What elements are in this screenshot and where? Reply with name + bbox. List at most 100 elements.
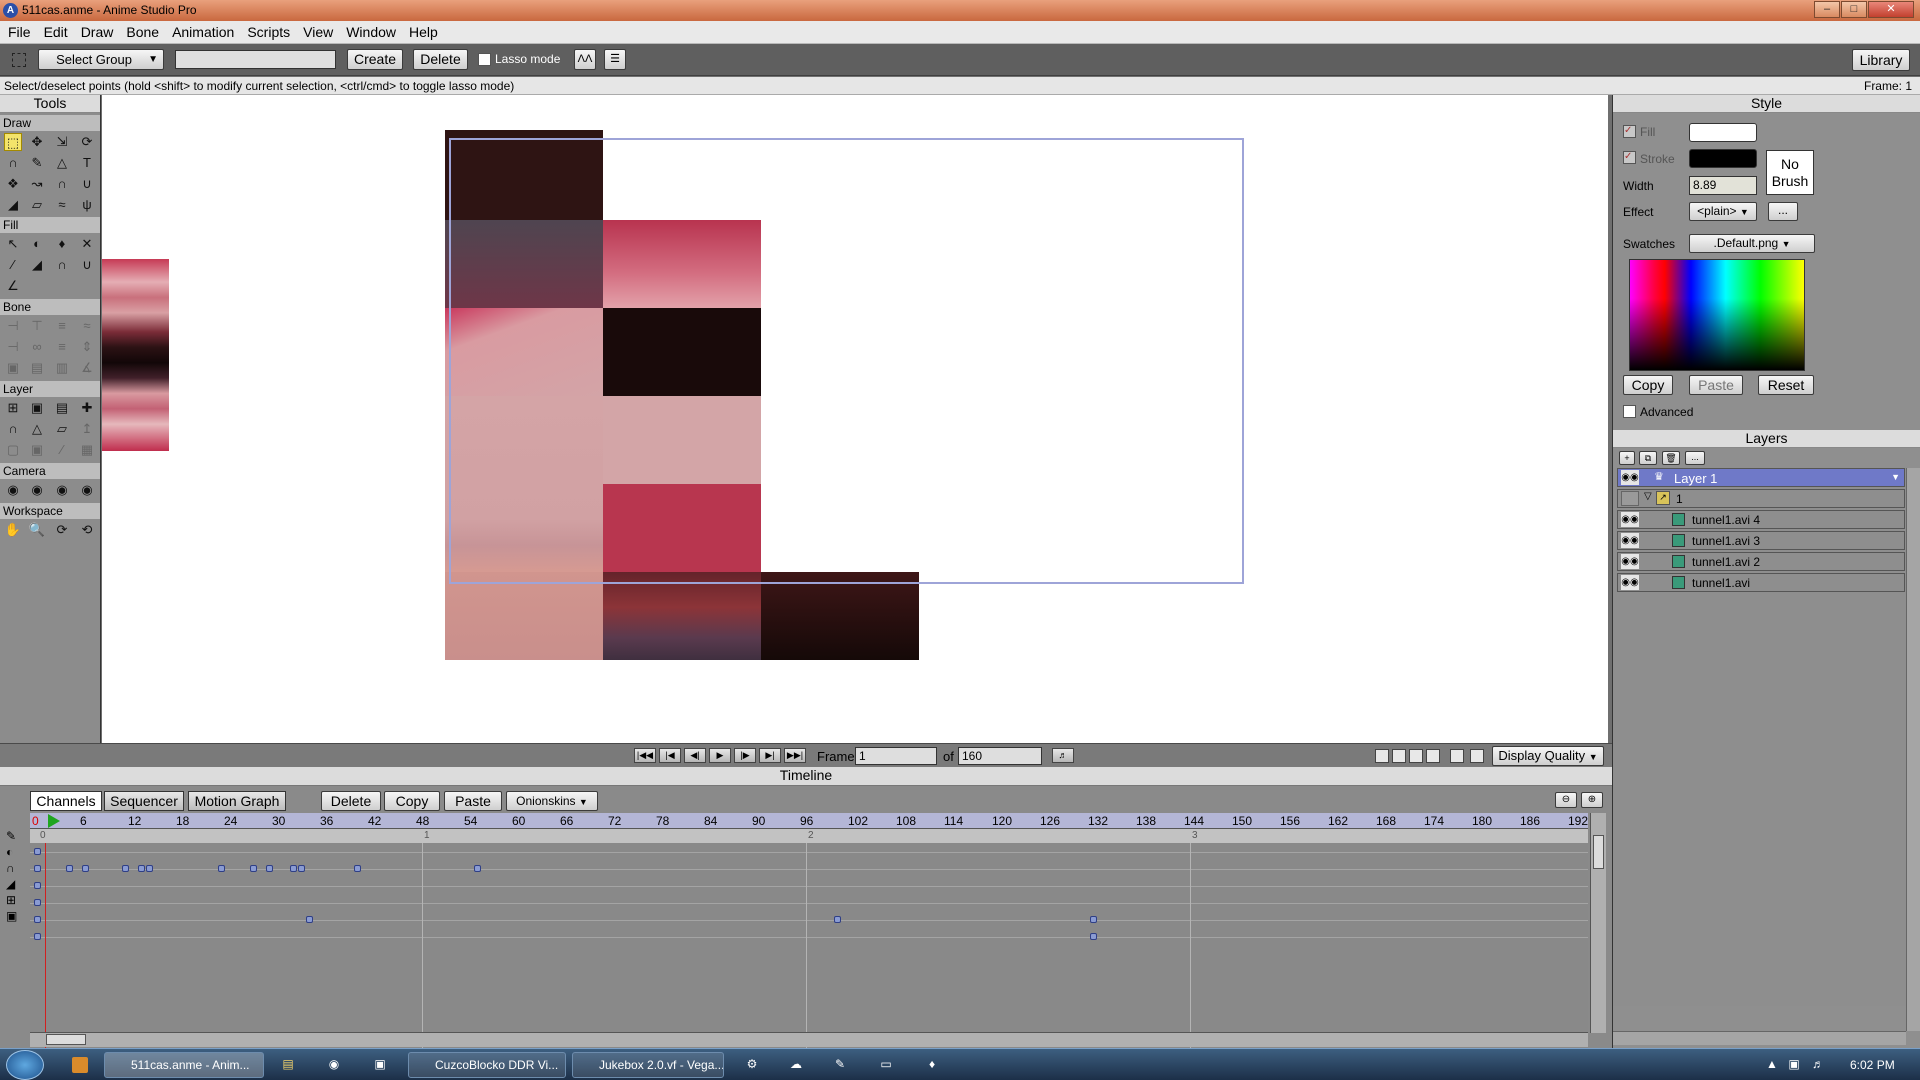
- eye-icon[interactable]: ◉◉: [1621, 512, 1639, 527]
- bone-physics-tool-icon[interactable]: ▤: [28, 359, 46, 377]
- menu-draw[interactable]: Draw: [73, 21, 119, 40]
- fill-color-swatch[interactable]: [1689, 123, 1757, 142]
- menu-view[interactable]: View: [295, 21, 338, 40]
- copy-style-button[interactable]: Copy: [1623, 375, 1673, 395]
- zoom-camera-tool-icon[interactable]: ◉: [28, 481, 46, 499]
- color-picker[interactable]: [1629, 259, 1805, 371]
- add-point-tool-icon[interactable]: ∩: [4, 154, 22, 172]
- keyframe[interactable]: [474, 865, 481, 872]
- keyframe[interactable]: [298, 865, 305, 872]
- keyframe[interactable]: [34, 865, 41, 872]
- keyframe[interactable]: [354, 865, 361, 872]
- line-width-tool-icon[interactable]: ◢: [28, 256, 46, 274]
- text-tool-icon[interactable]: T: [78, 154, 96, 172]
- keyframe[interactable]: [146, 865, 153, 872]
- display-quality-dropdown[interactable]: Display Quality ▼: [1492, 746, 1604, 766]
- keyframe[interactable]: [34, 848, 41, 855]
- select-shape-tool-icon[interactable]: ↖: [4, 235, 22, 253]
- width-input[interactable]: 8.89: [1689, 176, 1757, 195]
- new-layer-icon[interactable]: +: [1619, 451, 1635, 465]
- eye-icon[interactable]: ◉◉: [1621, 533, 1639, 548]
- translate-layer-tool-icon[interactable]: ▣: [28, 399, 46, 417]
- rotate-workspace-tool-icon[interactable]: ⟳: [53, 521, 71, 539]
- volume-icon[interactable]: ♬: [1810, 1057, 1826, 1073]
- settings-icon[interactable]: ⚙: [744, 1057, 760, 1073]
- frame-ruler[interactable]: 0 6 12 18 24 30 36 42 48 54 60 66 72 78 84 90 96 102 108 11…: [30, 813, 1588, 829]
- delete-edge-tool-icon[interactable]: ❖: [4, 175, 22, 193]
- eyedropper-tool-icon[interactable]: ⁄: [4, 256, 22, 274]
- curve-profile-tool-icon[interactable]: ∠: [4, 277, 22, 295]
- document-icon[interactable]: ▣: [372, 1057, 388, 1073]
- noise-tool-icon[interactable]: ≈: [53, 196, 71, 214]
- draw-shape-tool-icon[interactable]: △: [53, 154, 71, 172]
- orbit-workspace-tool-icon[interactable]: ⟲: [78, 521, 96, 539]
- scale-layer-tool-icon[interactable]: ▤: [53, 399, 71, 417]
- drawing-canvas[interactable]: [102, 95, 1608, 743]
- scroll-thumb[interactable]: [46, 1034, 86, 1045]
- pan-tilt-camera-tool-icon[interactable]: ◉: [78, 481, 96, 499]
- zoom-in-icon[interactable]: ⊕: [1581, 792, 1603, 808]
- menu-help[interactable]: Help: [401, 21, 443, 40]
- tab-sequencer[interactable]: Sequencer: [104, 791, 184, 811]
- timeline-paste-button[interactable]: Paste: [444, 791, 502, 811]
- maximize-button[interactable]: □: [1841, 1, 1867, 18]
- layer-row-group[interactable]: ▽ ↗ 1: [1617, 489, 1905, 508]
- stroke-exposure-tool-icon[interactable]: ∪: [78, 256, 96, 274]
- quad-view-icon[interactable]: [1426, 749, 1440, 763]
- start-button[interactable]: [6, 1050, 44, 1080]
- layer-menu-button[interactable]: ...: [1685, 451, 1705, 465]
- layer-row-tunnel3[interactable]: ◉◉ tunnel1.avi 3: [1617, 531, 1905, 550]
- manipulate-bones-tool-icon[interactable]: ∞: [28, 338, 46, 356]
- shear-tool-icon[interactable]: ◢: [4, 196, 22, 214]
- close-button[interactable]: ✕: [1868, 1, 1914, 18]
- delete-layer-icon[interactable]: 🗑: [1662, 451, 1680, 465]
- task-anime-studio[interactable]: 511cas.anme - Anim...: [104, 1052, 264, 1078]
- flip-layer-tool-icon[interactable]: ∩: [4, 420, 22, 438]
- add-bone-tool-icon[interactable]: ≡: [53, 317, 71, 335]
- keyframe[interactable]: [1090, 916, 1097, 923]
- particle-layer-tool-icon[interactable]: ▢: [4, 441, 22, 459]
- hand-tool-icon[interactable]: ✋: [4, 521, 22, 539]
- layer-row-tunnel4[interactable]: ◉◉ tunnel1.avi 4: [1617, 510, 1905, 529]
- task-chrome[interactable]: CuzcoBlocko DDR Vi...: [408, 1052, 566, 1078]
- keyframe[interactable]: [834, 916, 841, 923]
- sketch-tool-icon[interactable]: ψ: [78, 196, 96, 214]
- paste-style-button[interactable]: Paste: [1689, 375, 1743, 395]
- rotate-layer-tool-icon[interactable]: ✚: [78, 399, 96, 417]
- timeline-copy-button[interactable]: Copy: [384, 791, 440, 811]
- step-forward-icon[interactable]: ▶|: [759, 748, 781, 763]
- reset-style-button[interactable]: Reset: [1758, 375, 1814, 395]
- menu-scripts[interactable]: Scripts: [239, 21, 295, 40]
- step-back-icon[interactable]: |◀: [659, 748, 681, 763]
- frame-input[interactable]: 1: [855, 747, 937, 765]
- zoom-tool-icon[interactable]: 🔍: [28, 521, 46, 539]
- tool-icon[interactable]: ✎: [832, 1057, 848, 1073]
- select-bone-tool-icon[interactable]: ⊣: [4, 317, 22, 335]
- menu-edit[interactable]: Edit: [36, 21, 73, 40]
- timeline-delete-button[interactable]: Delete: [321, 791, 381, 811]
- triple-view-icon[interactable]: [1409, 749, 1423, 763]
- effect-dropdown[interactable]: <plain> ▼: [1689, 202, 1757, 221]
- keyframe[interactable]: [66, 865, 73, 872]
- delete-shape-tool-icon[interactable]: ✕: [78, 235, 96, 253]
- swatches-dropdown[interactable]: .Default.png ▼: [1689, 234, 1815, 253]
- reparent-bone-tool-icon[interactable]: ≈: [78, 317, 96, 335]
- effect-options-button[interactable]: ...: [1768, 202, 1798, 221]
- layer-selection-tool-icon[interactable]: ▦: [78, 441, 96, 459]
- duplicate-layer-icon[interactable]: ⧉: [1639, 451, 1657, 465]
- tray-arrow-icon[interactable]: ▲: [1764, 1057, 1780, 1073]
- sound-icon[interactable]: ♬: [1052, 748, 1074, 763]
- keyframe[interactable]: [250, 865, 257, 872]
- keyframe[interactable]: [34, 899, 41, 906]
- onionskins-dropdown[interactable]: Onionskins ▼: [506, 791, 598, 811]
- keyframe[interactable]: [1090, 933, 1097, 940]
- hide-edge-tool-icon[interactable]: ∩: [53, 256, 71, 274]
- bind-points-tool-icon[interactable]: ⇕: [78, 338, 96, 356]
- scale-bone-tool-icon[interactable]: ▥: [53, 359, 71, 377]
- offset-bone-tool-icon[interactable]: ▣: [4, 359, 22, 377]
- freehand-tool-icon[interactable]: ✎: [28, 154, 46, 172]
- window-icon[interactable]: ▭: [878, 1057, 894, 1073]
- next-frame-icon[interactable]: |▶: [734, 748, 756, 763]
- timeline-vertical-scrollbar[interactable]: [1590, 813, 1606, 1033]
- bend-tool-icon[interactable]: ▱: [28, 196, 46, 214]
